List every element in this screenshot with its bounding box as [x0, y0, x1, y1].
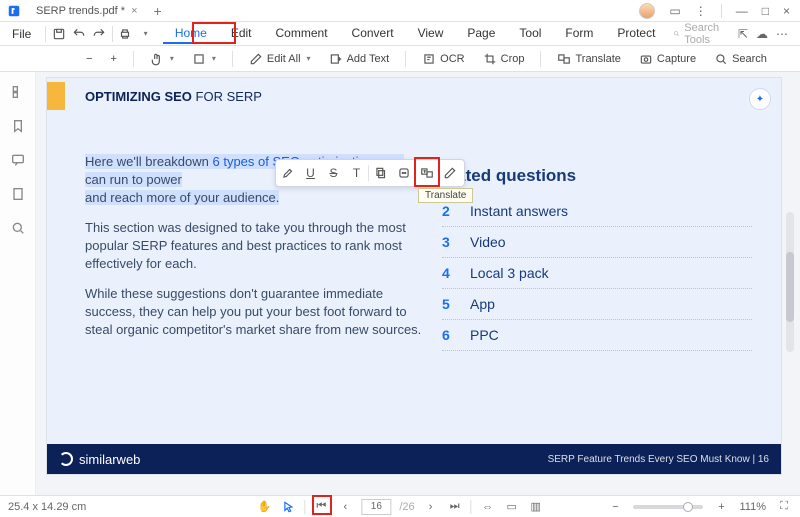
fit-page-icon[interactable]: ▭ — [504, 499, 520, 515]
app-logo-icon — [0, 4, 28, 18]
redo-icon[interactable] — [92, 24, 106, 44]
zoom-out-status-icon[interactable]: − — [607, 499, 623, 515]
next-page-icon[interactable]: › — [423, 499, 439, 515]
window-menu-icon[interactable]: ▭ — [669, 4, 680, 18]
underline-tool-icon[interactable]: U — [299, 160, 322, 186]
window-more-icon[interactable]: ⋮ — [695, 4, 707, 18]
edit-tool-icon[interactable] — [438, 160, 461, 186]
list-item: 6PPC — [442, 320, 752, 351]
brand-logo: similarweb — [59, 452, 140, 467]
print-dropdown[interactable] — [138, 24, 150, 44]
footer-text: SERP Feature Trends Every SEO Must Know … — [548, 454, 769, 465]
print-icon[interactable] — [118, 24, 132, 44]
first-page-icon[interactable]: ⏮ — [313, 499, 329, 515]
share-icon[interactable]: ⇱ — [738, 27, 748, 41]
crop-button[interactable]: Crop — [477, 50, 531, 68]
translate-tool-icon[interactable] — [415, 160, 438, 186]
selection-toolbar: U S T — [275, 159, 465, 187]
highlight-tool-icon[interactable] — [276, 160, 299, 186]
menu-protect[interactable]: Protect — [605, 24, 667, 44]
maximize-button[interactable]: □ — [762, 4, 769, 18]
page-title: OPTIMIZING SEO FOR SERP — [85, 89, 262, 104]
search-panel-icon[interactable] — [10, 220, 26, 236]
capture-button[interactable]: Capture — [633, 50, 702, 68]
page-total: /26 — [399, 501, 414, 513]
zoom-slider[interactable] — [633, 505, 703, 509]
file-menu[interactable]: File — [4, 27, 39, 41]
copy-tool-icon[interactable] — [369, 160, 392, 186]
vertical-scrollbar[interactable] — [786, 212, 794, 352]
zoom-out-button[interactable]: − — [80, 51, 98, 67]
overflow-icon[interactable]: ⋯ — [776, 27, 788, 41]
cloud-icon[interactable]: ☁ — [756, 27, 768, 41]
similarweb-logo-icon — [59, 452, 73, 466]
ocr-button[interactable]: OCR — [416, 50, 470, 68]
list-item: 3Video — [442, 227, 752, 258]
user-avatar-icon[interactable] — [639, 3, 655, 19]
document-tab-title: SERP trends.pdf * — [36, 5, 125, 17]
fit-width-icon[interactable]: ⇔ — [480, 499, 496, 515]
zoom-in-button[interactable]: + — [104, 51, 122, 67]
comments-icon[interactable] — [10, 152, 26, 168]
close-tab-icon[interactable]: × — [131, 5, 137, 17]
title-bar: SERP trends.pdf * × + ▭ ⋮ — □ × — [0, 0, 800, 22]
select-tool-dropdown[interactable] — [186, 50, 222, 68]
menu-form[interactable]: Form — [553, 24, 605, 44]
cursor-coordinates: 25.4 x 14.29 cm — [8, 501, 86, 513]
home-toolbar: − + Edit All Add Text OCR Crop Translate… — [0, 46, 800, 72]
list-item: 4Local 3 pack — [442, 258, 752, 289]
ai-tool-icon[interactable] — [392, 160, 415, 186]
search-toolbar-button[interactable]: Search — [708, 50, 773, 68]
page-right-list: elated questions 2Instant answers 3Video… — [442, 166, 752, 351]
status-bar: 25.4 x 14.29 cm ✋ ⏮ ‹ 16/26 › ⏭ ⇔ ▭ ▥ − … — [0, 495, 800, 517]
right-list-heading: elated questions — [442, 166, 752, 186]
minimize-button[interactable]: — — [736, 4, 748, 18]
page-footer: similarweb SERP Feature Trends Every SEO… — [47, 444, 781, 474]
pdf-page: OPTIMIZING SEO FOR SERP ✦ Here we'll bre… — [46, 77, 782, 475]
add-tab-button[interactable]: + — [146, 3, 170, 19]
document-area[interactable]: OPTIMIZING SEO FOR SERP ✦ Here we'll bre… — [36, 72, 800, 495]
search-tools-input[interactable]: Search Tools — [673, 22, 724, 46]
menu-page[interactable]: Page — [455, 24, 507, 44]
last-page-icon[interactable]: ⏭ — [447, 499, 463, 515]
workspace: OPTIMIZING SEO FOR SERP ✦ Here we'll bre… — [0, 72, 800, 495]
add-text-button[interactable]: Add Text — [323, 50, 396, 68]
fullscreen-icon[interactable]: ⛶ — [776, 499, 792, 515]
menu-bar: File Home Edit Comment Convert View Page… — [0, 22, 800, 46]
menu-convert[interactable]: Convert — [340, 24, 406, 44]
save-icon[interactable] — [52, 24, 66, 44]
menu-view[interactable]: View — [406, 24, 456, 44]
zoom-slider-thumb[interactable] — [683, 502, 693, 512]
thumbnails-icon[interactable] — [10, 84, 26, 100]
strikethrough-tool-icon[interactable]: S — [322, 160, 345, 186]
edit-all-button[interactable]: Edit All — [243, 50, 317, 68]
hand-mode-icon[interactable]: ✋ — [256, 499, 272, 515]
list-item: 2Instant answers — [442, 196, 752, 227]
menu-comment[interactable]: Comment — [264, 24, 340, 44]
ai-assist-icon[interactable]: ✦ — [749, 88, 771, 110]
close-window-button[interactable]: × — [783, 4, 790, 18]
layout-icon[interactable]: ▥ — [528, 499, 544, 515]
zoom-value: 111% — [739, 501, 766, 513]
text-format-tool-icon[interactable]: T — [345, 160, 368, 186]
menu-edit[interactable]: Edit — [219, 24, 264, 44]
page-accent-bar — [47, 82, 65, 110]
select-mode-icon[interactable] — [280, 499, 296, 515]
page-number-input[interactable]: 16 — [361, 499, 391, 515]
translate-toolbar-button[interactable]: Translate — [551, 50, 626, 68]
zoom-in-status-icon[interactable]: + — [713, 499, 729, 515]
translate-tooltip: Translate — [418, 188, 473, 203]
list-item: 5App — [442, 289, 752, 320]
hand-tool-dropdown[interactable] — [144, 50, 180, 68]
bookmarks-icon[interactable] — [10, 118, 26, 134]
prev-page-icon[interactable]: ‹ — [337, 499, 353, 515]
attachments-icon[interactable] — [10, 186, 26, 202]
undo-icon[interactable] — [72, 24, 86, 44]
side-nav — [0, 72, 36, 495]
scrollbar-thumb[interactable] — [786, 252, 794, 322]
menu-home[interactable]: Home — [163, 24, 219, 44]
search-tools-placeholder: Search Tools — [684, 22, 724, 46]
menu-tool[interactable]: Tool — [507, 24, 553, 44]
document-tab[interactable]: SERP trends.pdf * × — [28, 1, 146, 21]
